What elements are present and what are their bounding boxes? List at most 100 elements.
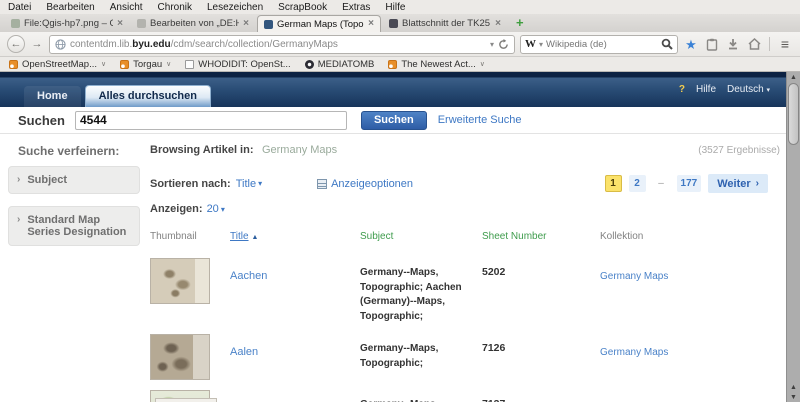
new-tab-button[interactable]: + xyxy=(509,15,531,32)
table-row-thumbnail[interactable] xyxy=(150,258,230,334)
menu-chronik[interactable]: Chronik xyxy=(158,2,192,13)
page-scrollbar[interactable]: ▲ ▲ ▼ xyxy=(786,72,800,402)
refine-heading: Suche verfeinern: xyxy=(18,144,150,158)
col-header-title: Title▲ xyxy=(230,231,360,258)
browser-search-box[interactable]: W ▾ xyxy=(520,35,678,54)
browser-tab-1[interactable]: File:Qgis-hp7.png – Op... × xyxy=(5,15,129,32)
help-link[interactable]: Hilfe xyxy=(696,84,716,95)
menu-hilfe[interactable]: Hilfe xyxy=(385,2,405,13)
url-text: contentdm.lib.byu.edu/cdm/search/collect… xyxy=(70,39,338,50)
browsing-row: Browsing Artikel in: Germany Maps (3527 … xyxy=(150,140,780,158)
page-icon xyxy=(185,60,194,69)
display-options-link[interactable]: Anzeigeoptionen xyxy=(331,178,413,190)
search-button[interactable]: Suchen xyxy=(361,111,427,130)
page-last-link[interactable]: 177 xyxy=(677,175,702,192)
tab-home[interactable]: Home xyxy=(24,86,81,107)
collection-link[interactable]: Germany Maps xyxy=(600,271,668,282)
next-page-button[interactable]: Weiter› xyxy=(708,174,768,193)
bookmark-newest-act[interactable]: The Newest Act... ∨ xyxy=(388,59,485,70)
browser-navbar: ← → contentdm.lib.byu.edu/cdm/search/col… xyxy=(0,32,800,57)
tab-close-icon[interactable]: × xyxy=(243,19,249,29)
scrollbar-thumb[interactable] xyxy=(788,83,799,145)
table-row-collection: Germany Maps xyxy=(600,258,780,334)
bookmark-openstreetmap[interactable]: OpenStreetMap... ∨ xyxy=(9,59,106,70)
result-title-link[interactable]: Aalen xyxy=(230,346,258,358)
tab-close-icon[interactable]: × xyxy=(368,19,374,29)
page-2-link[interactable]: 2 xyxy=(629,175,646,192)
refine-sidebar: Suche verfeinern: › Subject › Standard M… xyxy=(0,134,150,258)
per-page-dropdown[interactable]: 20 xyxy=(207,203,219,215)
tab-close-icon[interactable]: × xyxy=(117,19,123,29)
thumbnail-image[interactable] xyxy=(150,258,210,304)
display-options[interactable]: Anzeigeoptionen xyxy=(317,178,413,190)
tab-close-icon[interactable]: × xyxy=(495,19,501,29)
advanced-search-link[interactable]: Erweiterte Suche xyxy=(438,114,522,126)
sort-by-title-link[interactable]: Title xyxy=(230,231,249,242)
tab-favicon xyxy=(137,19,146,28)
table-row-subject: Germany--Maps, Topographic; Aachen (Germ… xyxy=(360,258,482,334)
sort-ascending-icon: ▲ xyxy=(252,234,259,241)
bookmark-star-icon[interactable]: ★ xyxy=(683,36,699,52)
result-title-link[interactable]: Aachen xyxy=(230,270,267,282)
bookmark-mediatomb[interactable]: MEDIATOMB xyxy=(305,59,375,70)
facet-map-series[interactable]: › Standard Map Series Designation xyxy=(8,206,140,246)
menu-lesezeichen[interactable]: Lesezeichen xyxy=(207,2,263,13)
site-nav-tabs: Home Alles durchsuchen xyxy=(24,85,211,107)
clipboard-icon[interactable] xyxy=(704,36,720,52)
table-row-collection: Germany Maps xyxy=(600,334,780,390)
table-row-collection: Germany Maps xyxy=(600,390,780,402)
scroll-up-icon[interactable]: ▲ xyxy=(787,72,800,82)
browser-search-input[interactable] xyxy=(546,39,658,50)
url-bar[interactable]: contentdm.lib.byu.edu/cdm/search/collect… xyxy=(49,35,515,54)
browser-tab-active[interactable]: German Maps (Topogr... × xyxy=(257,15,381,32)
scroll-up-icon[interactable]: ▲ xyxy=(787,382,800,392)
tab-favicon xyxy=(11,19,20,28)
url-dropdown-icon[interactable]: ▾ xyxy=(490,40,494,49)
page-gap: – xyxy=(653,175,670,192)
bookmark-torgau[interactable]: Torgau ∨ xyxy=(120,59,171,70)
browsing-text: Browsing Artikel in: Germany Maps xyxy=(150,140,337,158)
downloads-icon[interactable] xyxy=(725,36,741,52)
facet-label: Subject xyxy=(27,174,67,186)
bookmark-whodidit[interactable]: WHODIDIT: OpenSt... xyxy=(185,59,290,70)
facet-subject[interactable]: › Subject xyxy=(8,166,140,194)
browser-menubar: Datei Bearbeiten Ansicht Chronik Lesezei… xyxy=(0,0,800,14)
home-icon[interactable] xyxy=(746,36,762,52)
scroll-down-icon[interactable]: ▼ xyxy=(787,392,800,402)
search-input[interactable] xyxy=(75,111,347,130)
menu-bearbeiten[interactable]: Bearbeiten xyxy=(46,2,94,13)
language-selector[interactable]: Deutsch ▾ xyxy=(727,84,770,95)
collection-link[interactable]: Germany Maps xyxy=(600,347,668,358)
display-options-icon xyxy=(317,179,327,189)
chevron-down-icon: ▾ xyxy=(258,179,262,188)
help-question-icon[interactable]: ? xyxy=(679,84,685,95)
menu-ansicht[interactable]: Ansicht xyxy=(110,2,143,13)
magnifier-icon[interactable] xyxy=(661,38,673,50)
sort-field-dropdown[interactable]: Title xyxy=(236,178,256,190)
chevron-down-icon: ∨ xyxy=(166,60,171,68)
show-per-page: Anzeigen: 20 ▾ xyxy=(150,203,780,215)
browser-tab-4[interactable]: Blattschnitt der TK25 -... × xyxy=(383,15,507,32)
pagination: 1 2 – 177 Weiter› xyxy=(605,174,768,193)
table-row-thumbnail[interactable] xyxy=(150,334,230,390)
results-controls: Sortieren nach: Title ▾ Anzeigeoptionen … xyxy=(150,174,780,193)
rss-icon xyxy=(120,60,129,69)
browser-tab-2[interactable]: Bearbeiten von „DE:Hi... × xyxy=(131,15,255,32)
page-1-current[interactable]: 1 xyxy=(605,175,622,192)
chevron-right-icon: › xyxy=(17,214,20,238)
forward-icon[interactable]: → xyxy=(30,35,44,53)
search-engine-dropdown-icon[interactable]: ▾ xyxy=(539,40,543,49)
tab-favicon xyxy=(264,20,273,29)
menu-datei[interactable]: Datei xyxy=(8,2,31,13)
table-row-subject: Germany--Maps, Topographic; xyxy=(360,390,482,402)
menu-scrapbook[interactable]: ScrapBook xyxy=(278,2,327,13)
thumbnail-image[interactable] xyxy=(150,334,210,380)
reload-icon[interactable] xyxy=(498,39,509,50)
tab-browse-all[interactable]: Alles durchsuchen xyxy=(85,85,211,107)
menu-hamburger-icon[interactable]: ≡ xyxy=(777,36,793,52)
bookmarks-toolbar: OpenStreetMap... ∨ Torgau ∨ WHODIDIT: Op… xyxy=(0,57,800,72)
results-table: Thumbnail Title▲ Subject Sheet Number Ko… xyxy=(150,231,780,402)
browser-tabbar: File:Qgis-hp7.png – Op... × Bearbeiten v… xyxy=(0,14,800,32)
menu-extras[interactable]: Extras xyxy=(342,2,370,13)
back-icon[interactable]: ← xyxy=(7,35,25,53)
